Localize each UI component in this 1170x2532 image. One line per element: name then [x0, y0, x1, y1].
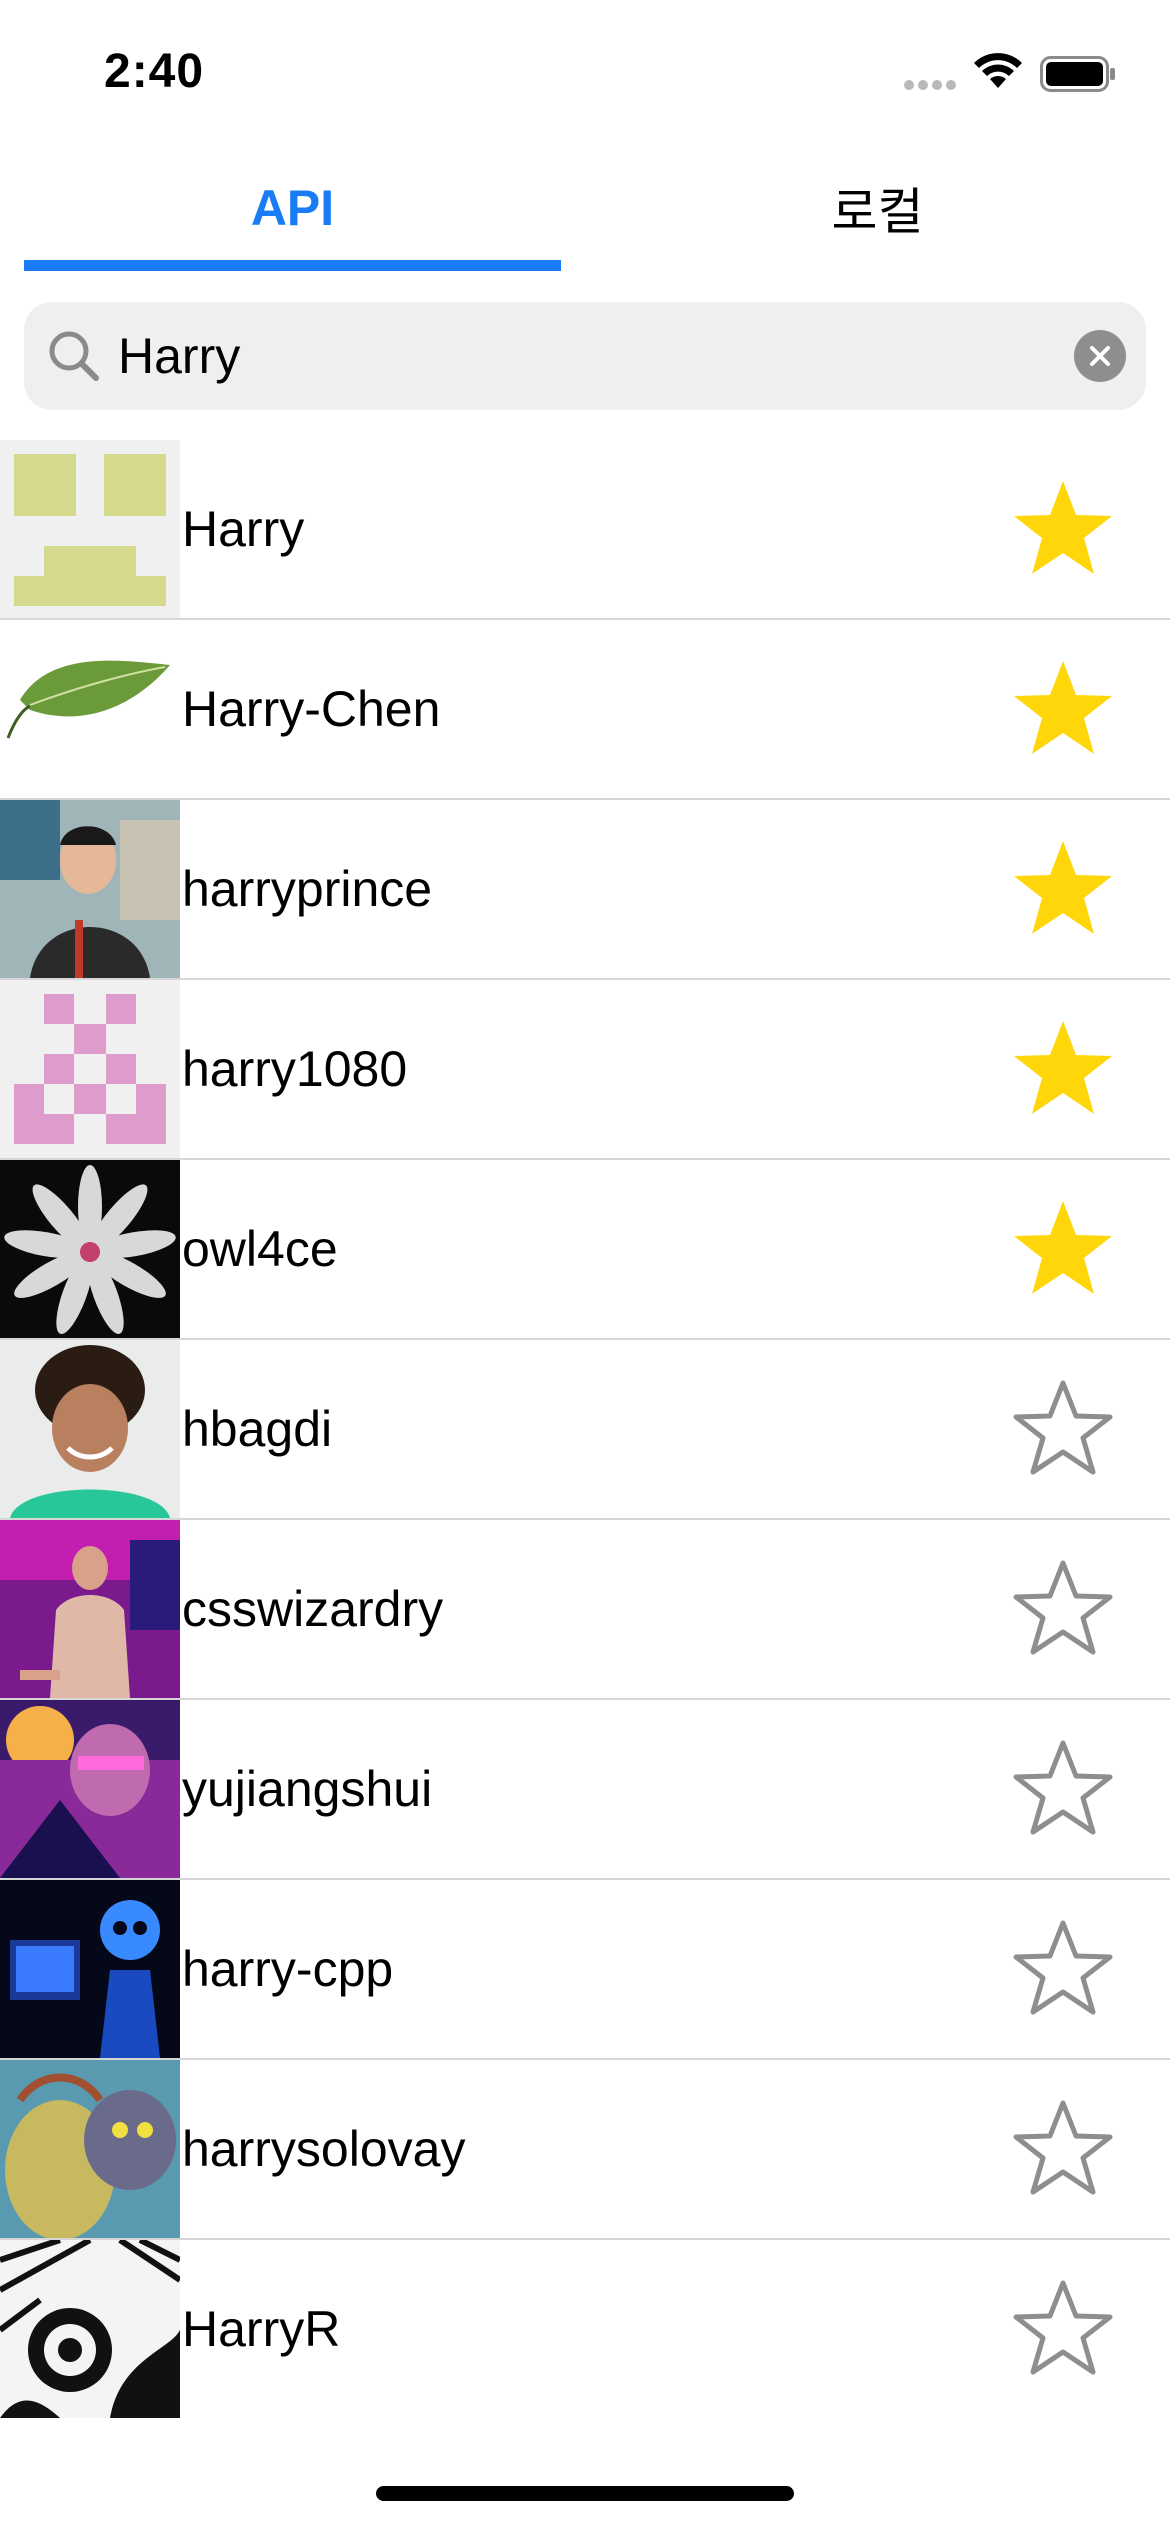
status-bar: 2:40: [0, 0, 1170, 140]
tab-api[interactable]: API: [0, 140, 585, 275]
avatar: [0, 1700, 180, 1878]
username: harrysolovay: [182, 2121, 466, 2177]
list-item[interactable]: HarryR: [0, 2240, 1170, 2420]
avatar: [0, 2060, 180, 2238]
username: hbagdi: [182, 1401, 333, 1457]
star-outline-icon[interactable]: [1010, 1737, 1116, 1841]
star-outline-icon[interactable]: [1010, 1377, 1116, 1481]
avatar: [0, 800, 180, 978]
search-bar[interactable]: [24, 302, 1146, 410]
list-item[interactable]: Harry: [0, 440, 1170, 620]
avatar: [0, 1520, 180, 1698]
list-item[interactable]: Harry-Chen: [0, 620, 1170, 800]
username: harry1080: [182, 1041, 408, 1097]
star-outline-icon[interactable]: [1010, 2277, 1116, 2381]
username: Harry: [182, 501, 305, 557]
list-item[interactable]: harry1080: [0, 980, 1170, 1160]
star-filled-icon[interactable]: [1010, 657, 1116, 761]
avatar: [0, 1340, 180, 1518]
avatar: [0, 2240, 180, 2418]
username: csswizardry: [182, 1581, 444, 1637]
status-time: 2:40: [104, 45, 205, 98]
list-item[interactable]: harryprince: [0, 800, 1170, 980]
clear-icon: [1090, 346, 1110, 366]
avatar: [0, 1160, 180, 1338]
avatar: [0, 1880, 180, 2058]
star-outline-icon[interactable]: [1010, 1917, 1116, 2021]
tab-bar: API 로컬: [0, 140, 1170, 275]
star-filled-icon[interactable]: [1010, 837, 1116, 941]
star-filled-icon[interactable]: [1010, 1197, 1116, 1301]
search-icon: [49, 331, 99, 381]
search-input[interactable]: [118, 302, 1018, 410]
star-filled-icon[interactable]: [1010, 477, 1116, 581]
tab-local[interactable]: 로컬: [585, 140, 1170, 275]
username: yujiangshui: [182, 1761, 433, 1817]
tab-selection-indicator: [24, 260, 561, 271]
username: HarryR: [182, 2301, 341, 2357]
wifi-icon: [974, 53, 1022, 88]
user-list: Harry Harry-Chen harryprince harry1080 o…: [0, 440, 1170, 2420]
username: owl4ce: [182, 1221, 338, 1277]
star-outline-icon[interactable]: [1010, 1557, 1116, 1661]
list-item[interactable]: csswizardry: [0, 1520, 1170, 1700]
star-outline-icon[interactable]: [1010, 2097, 1116, 2201]
list-item[interactable]: harrysolovay: [0, 2060, 1170, 2240]
list-item[interactable]: hbagdi: [0, 1340, 1170, 1520]
list-item[interactable]: harry-cpp: [0, 1880, 1170, 2060]
battery-icon: [1040, 56, 1115, 92]
home-indicator[interactable]: [376, 2486, 794, 2501]
avatar: [0, 980, 180, 1158]
list-item[interactable]: owl4ce: [0, 1160, 1170, 1340]
username: Harry-Chen: [182, 681, 441, 737]
avatar: [0, 440, 180, 618]
star-filled-icon[interactable]: [1010, 1017, 1116, 1121]
avatar: [0, 620, 180, 798]
cellular-signal-icon: [904, 80, 960, 90]
list-item[interactable]: yujiangshui: [0, 1700, 1170, 1880]
clear-search-button[interactable]: [1074, 330, 1126, 382]
username: harry-cpp: [182, 1941, 394, 1997]
username: harryprince: [182, 861, 433, 917]
